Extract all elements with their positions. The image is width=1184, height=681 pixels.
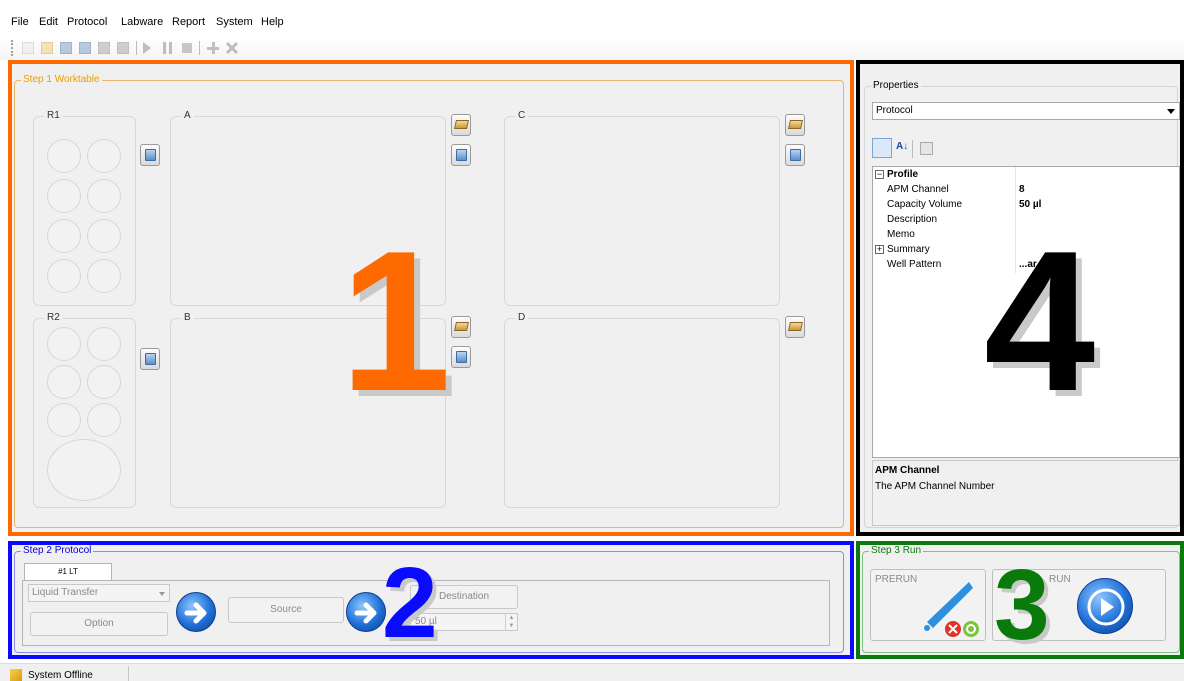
properties-highlight <box>856 60 1184 536</box>
toolbar-grip <box>11 40 13 56</box>
status-bar: System Offline <box>0 663 1184 681</box>
add-icon[interactable] <box>207 42 219 54</box>
menu-protocol[interactable]: Protocol <box>67 16 107 28</box>
menu-help[interactable]: Help <box>261 16 284 28</box>
save-as-icon[interactable] <box>79 42 91 54</box>
new-icon[interactable] <box>22 42 34 54</box>
save-icon[interactable] <box>60 42 72 54</box>
menu-bar: File Edit Protocol Labware Report System… <box>0 0 1184 36</box>
pause-icon[interactable] <box>163 42 172 54</box>
status-separator <box>128 666 129 681</box>
stop-icon[interactable] <box>182 43 192 53</box>
delete-icon[interactable] <box>225 41 239 55</box>
menu-report[interactable]: Report <box>172 16 205 28</box>
play-icon[interactable] <box>143 42 151 54</box>
toolbar <box>0 36 1184 60</box>
worktable-highlight <box>8 60 854 536</box>
protocol-highlight <box>8 541 854 659</box>
offline-status-icon <box>10 669 22 681</box>
menu-file[interactable]: File <box>11 16 29 28</box>
menu-edit[interactable]: Edit <box>39 16 58 28</box>
print-icon[interactable] <box>98 42 110 54</box>
toolbar-separator <box>136 41 137 55</box>
status-text: System Offline <box>28 670 93 681</box>
open-icon[interactable] <box>41 42 53 54</box>
print-preview-icon[interactable] <box>117 42 129 54</box>
menu-system[interactable]: System <box>216 16 253 28</box>
menu-labware[interactable]: Labware <box>121 16 163 28</box>
run-highlight <box>856 541 1184 659</box>
toolbar-separator <box>199 41 200 55</box>
